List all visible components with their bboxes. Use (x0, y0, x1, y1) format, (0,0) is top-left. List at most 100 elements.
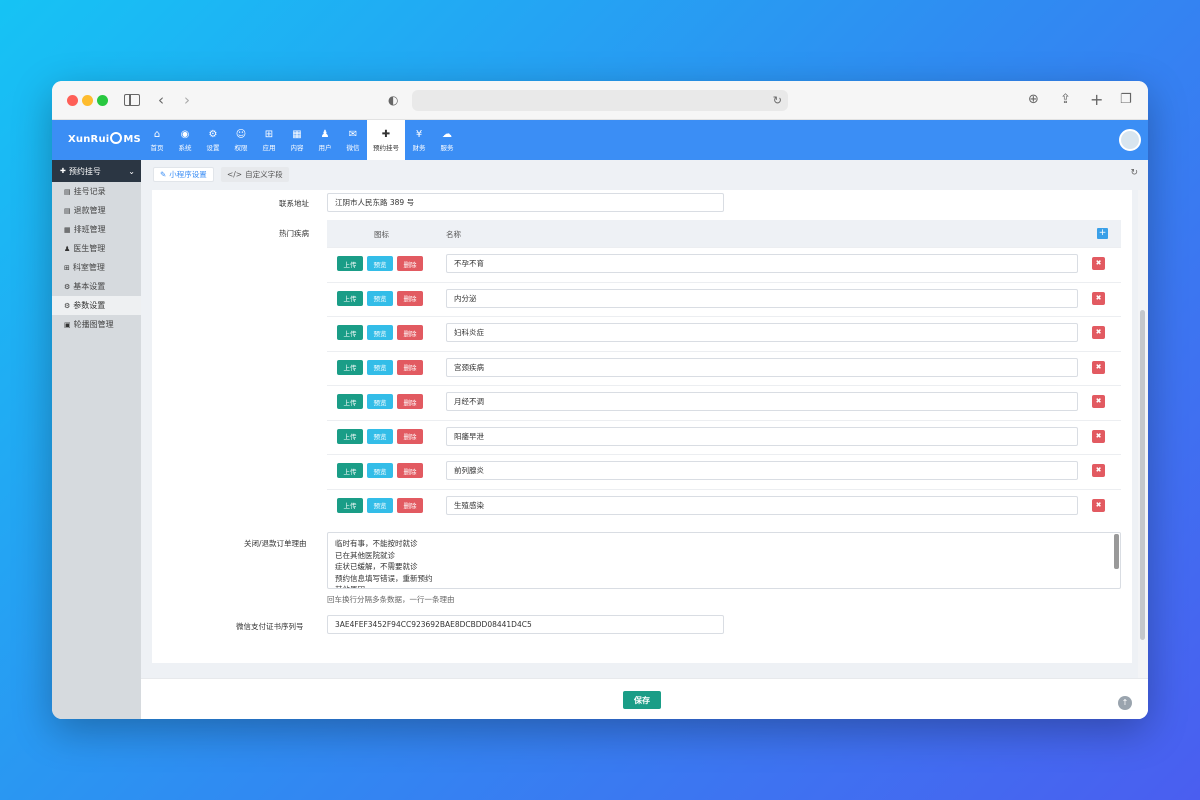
upload-button[interactable]: 上传 (337, 394, 363, 409)
nav-item-2[interactable]: ⚙ 设置 (199, 120, 227, 160)
sidebar-item-3[interactable]: ♟ 医生管理 (52, 239, 141, 258)
delete-image-button[interactable]: 删除 (397, 463, 423, 478)
browser-window: ‹ › ◐ ↻ ⊕ ⇪ + ❐ XunRui MS ⌂ 首页 ◉ 系统 ⚙ 设置 ☺ 权限 ⊞ 应用… (52, 81, 1148, 719)
tab-label: 自定义字段 (245, 170, 283, 179)
trash-icon[interactable]: ✖ (1092, 257, 1105, 270)
trash-icon[interactable]: ✖ (1092, 464, 1105, 477)
textarea-scrollbar[interactable] (1114, 534, 1119, 569)
delete-image-button[interactable]: 删除 (397, 359, 423, 375)
reload-icon[interactable]: ↻ (773, 90, 782, 111)
disease-name-input[interactable]: 不孕不育 (446, 254, 1078, 273)
delete-image-button[interactable]: 删除 (397, 497, 423, 513)
delete-image-button[interactable]: 删除 (397, 428, 423, 444)
address-bar[interactable]: ↻ (412, 90, 788, 111)
preview-button[interactable]: 预览 (367, 325, 393, 340)
app-logo[interactable]: XunRui MS (68, 132, 141, 145)
shield-icon[interactable]: ◐ (388, 89, 398, 111)
add-row-button[interactable]: + (1097, 228, 1108, 239)
sidebar-item-label: 挂号记录 (73, 187, 106, 196)
diseases-table-header: 图标 名称 + (327, 220, 1121, 247)
nav-item-label: 首页 (150, 143, 164, 152)
sidebar-item-4[interactable]: ⊞ 科室管理 (52, 258, 141, 277)
tab-custom-fields[interactable]: </> 自定义字段 (221, 167, 289, 182)
trash-icon[interactable]: ✖ (1092, 360, 1105, 374)
upload-button[interactable]: 上传 (337, 290, 363, 306)
preview-button[interactable]: 预览 (367, 497, 393, 513)
nav-item-4[interactable]: ⊞ 应用 (255, 120, 283, 160)
reason-line: 症状已缓解，不需要就诊 (335, 562, 418, 571)
avatar[interactable] (1119, 129, 1141, 151)
disease-name-input[interactable]: 内分泌 (446, 288, 1078, 308)
tabs-overview-icon[interactable]: ❐ (1120, 89, 1132, 111)
sidebar-item-7[interactable]: ▣ 轮播图管理 (52, 315, 141, 334)
page-scrollbar[interactable] (1138, 190, 1148, 678)
disease-name-input[interactable]: 前列腺炎 (446, 461, 1078, 480)
address-input[interactable]: 江阴市人民东路 389 号 (327, 193, 724, 212)
refresh-icon[interactable]: ↻ (1130, 168, 1138, 178)
minimize-window-button[interactable] (82, 95, 93, 106)
disease-name-input[interactable]: 宫颈疾病 (446, 357, 1078, 377)
nav-item-9[interactable]: ¥ 财务 (405, 120, 433, 160)
upload-button[interactable]: 上传 (337, 359, 363, 375)
nav-item-8[interactable]: ✚ 预约挂号 (367, 120, 405, 160)
nav-item-5[interactable]: ▦ 内容 (283, 120, 311, 160)
preview-button[interactable]: 预览 (367, 256, 393, 271)
sidebar-item-5[interactable]: ⚙ 基本设置 (52, 277, 141, 296)
forward-icon[interactable]: › (184, 89, 190, 111)
sidebar-header[interactable]: ✚ 预约挂号 ⌄ (52, 160, 141, 182)
save-button[interactable]: 保存 (623, 691, 661, 709)
back-to-top-icon[interactable]: ↑ (1118, 696, 1132, 710)
disease-name-input[interactable]: 妇科炎症 (446, 323, 1078, 342)
nav-item-10[interactable]: ☁ 服务 (433, 120, 461, 160)
delete-image-button[interactable]: 删除 (397, 256, 423, 271)
trash-icon[interactable]: ✖ (1092, 395, 1105, 408)
trash-icon[interactable]: ✖ (1092, 291, 1105, 305)
back-icon[interactable]: ‹ (158, 89, 164, 111)
new-tab-icon[interactable]: + (1090, 89, 1103, 111)
reason-textarea[interactable]: 临时有事，不能按时就诊 已在其他医院就诊 症状已缓解，不需要就诊 预约信息填写错误，重… (327, 532, 1121, 589)
sidebar-toggle-icon[interactable] (124, 94, 140, 106)
trash-icon[interactable]: ✖ (1092, 326, 1105, 339)
delete-image-button[interactable]: 删除 (397, 325, 423, 340)
preview-button[interactable]: 预览 (367, 463, 393, 478)
sidebar-item-1[interactable]: ▤ 退款管理 (52, 201, 141, 220)
nav-item-3[interactable]: ☺ 权限 (227, 120, 255, 160)
disease-name-input[interactable]: 阳痿早泄 (446, 426, 1078, 446)
upload-button[interactable]: 上传 (337, 325, 363, 340)
download-icon[interactable]: ⊕ (1028, 89, 1039, 111)
chevron-down-icon: ⌄ (128, 166, 135, 176)
nav-menu: ⌂ 首页 ◉ 系统 ⚙ 设置 ☺ 权限 ⊞ 应用 ▦ 内容 ♟ 用户 ✉ 微信 ✚ 预约挂号 ¥ 财务 ☁ 服务 (143, 120, 461, 160)
upload-button[interactable]: 上传 (337, 497, 363, 513)
preview-button[interactable]: 预览 (367, 394, 393, 409)
edit-icon: ✎ (160, 170, 167, 179)
cert-serial-input[interactable]: 3AE4FEF3452F94CC923692BAE8DCBDD08441D4C5 (327, 615, 724, 634)
tab-label: 小程序设置 (169, 170, 207, 179)
nav-item-label: 用户 (318, 143, 332, 152)
maximize-window-button[interactable] (97, 95, 108, 106)
disease-name-input[interactable]: 生殖感染 (446, 495, 1078, 515)
sidebar-item-6[interactable]: ⚙ 参数设置 (52, 296, 141, 315)
scrollbar-thumb[interactable] (1140, 310, 1145, 640)
nav-item-0[interactable]: ⌂ 首页 (143, 120, 171, 160)
upload-button[interactable]: 上传 (337, 463, 363, 478)
sidebar-item-2[interactable]: ▦ 排班管理 (52, 220, 141, 239)
sidebar-item-0[interactable]: ▤ 挂号记录 (52, 182, 141, 201)
preview-button[interactable]: 预览 (367, 359, 393, 375)
disease-name-input[interactable]: 月经不调 (446, 392, 1078, 411)
preview-button[interactable]: 预览 (367, 428, 393, 444)
upload-button[interactable]: 上传 (337, 256, 363, 271)
nav-item-label: 应用 (262, 143, 276, 152)
preview-button[interactable]: 预览 (367, 290, 393, 306)
delete-image-button[interactable]: 删除 (397, 290, 423, 306)
close-window-button[interactable] (67, 95, 78, 106)
nav-item-1[interactable]: ◉ 系统 (171, 120, 199, 160)
delete-image-button[interactable]: 删除 (397, 394, 423, 409)
share-icon[interactable]: ⇪ (1060, 89, 1071, 111)
trash-icon[interactable]: ✖ (1092, 498, 1105, 512)
nav-item-6[interactable]: ♟ 用户 (311, 120, 339, 160)
nav-item-7[interactable]: ✉ 微信 (339, 120, 367, 160)
medkit-icon: ✚ (60, 167, 66, 175)
tab-miniprogram-settings[interactable]: ✎ 小程序设置 (153, 167, 214, 182)
trash-icon[interactable]: ✖ (1092, 429, 1105, 443)
upload-button[interactable]: 上传 (337, 428, 363, 444)
